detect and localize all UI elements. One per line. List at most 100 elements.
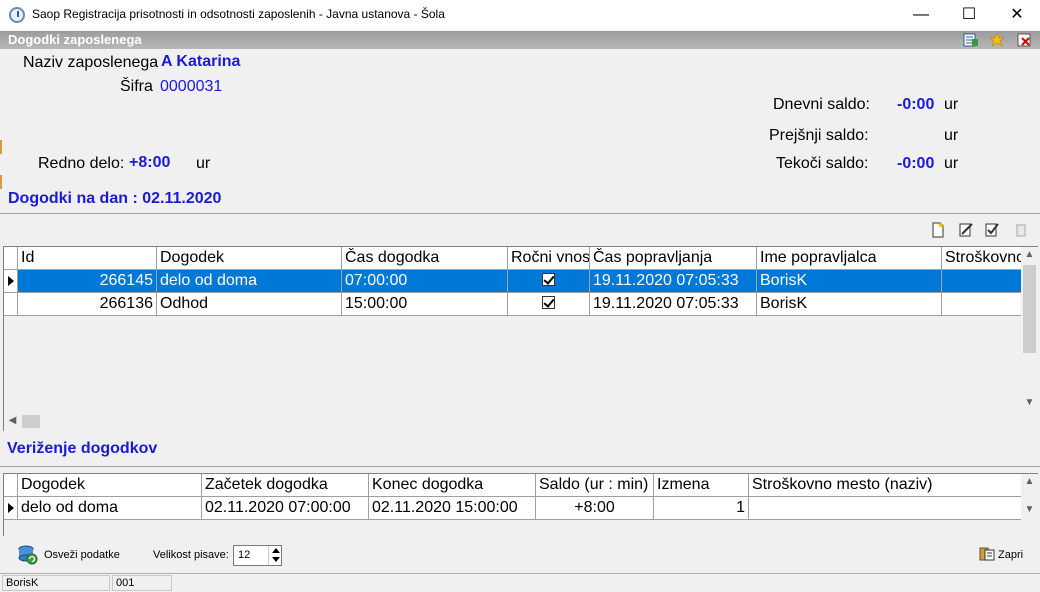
- close-form-icon[interactable]: [1017, 33, 1033, 47]
- current-balance-unit: ur: [944, 155, 959, 172]
- cell-cost-center-name[interactable]: [749, 497, 1022, 520]
- cell-correction-time[interactable]: 19.11.2020 07:05:33: [590, 270, 757, 293]
- font-size-label: Velikost pisave:: [153, 549, 229, 561]
- events-section-title: Dogodki na dan : 02.11.2020: [8, 190, 222, 207]
- scrollbar-thumb[interactable]: [22, 415, 40, 428]
- code-label: Šifra: [120, 78, 153, 95]
- column-header-start[interactable]: Začetek dogodka: [202, 474, 369, 497]
- events-grid-header: Id Dogodek Čas dogodka Ročni vnos Čas po…: [4, 247, 1022, 270]
- column-header-cost-center[interactable]: Stroškovno: [942, 247, 1022, 270]
- daily-balance-unit: ur: [944, 96, 959, 113]
- previous-balance-label: Prejšnji saldo:: [769, 127, 869, 144]
- regular-work-unit: ur: [196, 155, 211, 172]
- step-up-icon[interactable]: [272, 548, 280, 553]
- table-row[interactable]: 266136 Odhod 15:00:00 19.11.2020 07:05:3…: [4, 293, 1022, 316]
- column-header-event[interactable]: Dogodek: [157, 247, 342, 270]
- events-grid[interactable]: Id Dogodek Čas dogodka Ročni vnos Čas po…: [3, 246, 1038, 431]
- status-code: 001: [112, 575, 172, 591]
- current-row-arrow-icon: [8, 503, 14, 513]
- regular-work-value: +8:00: [129, 154, 171, 171]
- cell-event[interactable]: Odhod: [157, 293, 342, 316]
- cell-cost-center[interactable]: [942, 293, 1022, 316]
- current-row-arrow-icon: [8, 276, 14, 286]
- cell-shift[interactable]: 1: [654, 497, 749, 520]
- cell-corrector[interactable]: BorisK: [757, 270, 942, 293]
- cell-balance[interactable]: +8:00: [536, 497, 654, 520]
- window-title: Saop Registracija prisotnosti in odsotno…: [32, 7, 445, 21]
- events-horizontal-scrollbar[interactable]: ◀: [4, 413, 1021, 430]
- row-indicator: [4, 293, 18, 316]
- step-down-icon[interactable]: [272, 557, 280, 562]
- cell-corrector[interactable]: BorisK: [757, 293, 942, 316]
- new-record-icon[interactable]: [930, 222, 946, 238]
- row-indicator: [4, 497, 18, 520]
- cell-end[interactable]: 02.11.2020 15:00:00: [369, 497, 536, 520]
- scroll-down-icon[interactable]: ▼: [1021, 397, 1038, 408]
- daily-balance-label: Dnevni saldo:: [773, 96, 870, 113]
- column-header-event-time[interactable]: Čas dogodka: [342, 247, 508, 270]
- column-header-cost-center-name[interactable]: Stroškovno mesto (naziv): [749, 474, 1022, 497]
- cell-correction-time[interactable]: 19.11.2020 07:05:33: [590, 293, 757, 316]
- previous-balance-unit: ur: [944, 127, 959, 144]
- app-stopwatch-icon: [9, 7, 25, 23]
- column-header-event[interactable]: Dogodek: [18, 474, 202, 497]
- column-header-id[interactable]: Id: [18, 247, 157, 270]
- employee-name-value: A Katarina: [161, 53, 241, 70]
- chain-vertical-scrollbar[interactable]: ▲ ▼: [1021, 474, 1038, 520]
- current-balance-value: -0:00: [897, 155, 935, 172]
- refresh-data-button[interactable]: Osveži podatke: [44, 549, 120, 561]
- chain-grid[interactable]: Dogodek Začetek dogodka Konec dogodka Sa…: [3, 473, 1038, 536]
- cell-start[interactable]: 02.11.2020 07:00:00: [202, 497, 369, 520]
- column-header-shift[interactable]: Izmena: [654, 474, 749, 497]
- events-vertical-scrollbar[interactable]: ▲ ▼: [1021, 247, 1038, 413]
- cell-id[interactable]: 266145: [18, 270, 157, 293]
- manual-entry-checkbox[interactable]: [542, 296, 555, 309]
- column-header-correction-time[interactable]: Čas popravljanja: [590, 247, 757, 270]
- table-row[interactable]: delo od doma 02.11.2020 07:00:00 02.11.2…: [4, 497, 1022, 520]
- current-balance-label: Tekoči saldo:: [776, 155, 869, 172]
- row-indicator: [4, 247, 18, 270]
- cell-event-time[interactable]: 15:00:00: [342, 293, 508, 316]
- column-header-end[interactable]: Konec dogodka: [369, 474, 536, 497]
- column-header-corrector[interactable]: Ime popravljalca: [757, 247, 942, 270]
- status-user: BorisK: [2, 575, 110, 591]
- scroll-left-icon[interactable]: ◀: [4, 415, 21, 426]
- scroll-down-icon[interactable]: ▼: [1021, 504, 1038, 515]
- font-size-stepper[interactable]: [268, 546, 281, 565]
- scroll-up-icon[interactable]: ▲: [1021, 476, 1038, 487]
- table-row[interactable]: 266145 delo od doma 07:00:00 19.11.2020 …: [4, 270, 1022, 293]
- row-indicator: [4, 270, 18, 293]
- form-header-band: [0, 31, 1040, 49]
- cell-event[interactable]: delo od doma: [18, 497, 202, 520]
- cell-manual-entry[interactable]: [508, 270, 590, 293]
- regular-work-label: Redno delo:: [38, 155, 125, 172]
- edge-accent: [0, 175, 2, 189]
- column-header-balance[interactable]: Saldo (ur : min): [536, 474, 654, 497]
- cell-cost-center[interactable]: [942, 270, 1022, 293]
- column-header-manual-entry[interactable]: Ročni vnos: [508, 247, 590, 270]
- manual-entry-checkbox[interactable]: [542, 273, 555, 286]
- close-book-icon[interactable]: [978, 546, 996, 562]
- close-button[interactable]: ✕: [994, 0, 1040, 30]
- close-form-button[interactable]: Zapri: [998, 549, 1023, 561]
- edit-record-icon[interactable]: [958, 222, 974, 238]
- favorite-star-icon[interactable]: [989, 33, 1005, 47]
- scrollbar-thumb[interactable]: [1023, 265, 1036, 353]
- confirm-record-icon[interactable]: [984, 222, 1000, 238]
- row-indicator: [4, 474, 18, 497]
- cell-manual-entry[interactable]: [508, 293, 590, 316]
- cell-event[interactable]: delo od doma: [157, 270, 342, 293]
- cell-event-time[interactable]: 07:00:00: [342, 270, 508, 293]
- refresh-data-icon[interactable]: [17, 544, 39, 566]
- scroll-up-icon[interactable]: ▲: [1021, 249, 1038, 260]
- edge-accent: [0, 140, 2, 154]
- chain-grid-header: Dogodek Začetek dogodka Konec dogodka Sa…: [4, 474, 1022, 497]
- divider: [0, 466, 1040, 467]
- delete-record-icon[interactable]: [1013, 222, 1029, 238]
- cell-id[interactable]: 266136: [18, 293, 157, 316]
- daily-balance-value: -0:00: [897, 96, 935, 113]
- export-icon[interactable]: [963, 33, 979, 47]
- chain-section-title: Veriženje dogodkov: [7, 440, 158, 457]
- maximize-button[interactable]: ☐: [946, 0, 992, 30]
- minimize-button[interactable]: —: [898, 0, 944, 30]
